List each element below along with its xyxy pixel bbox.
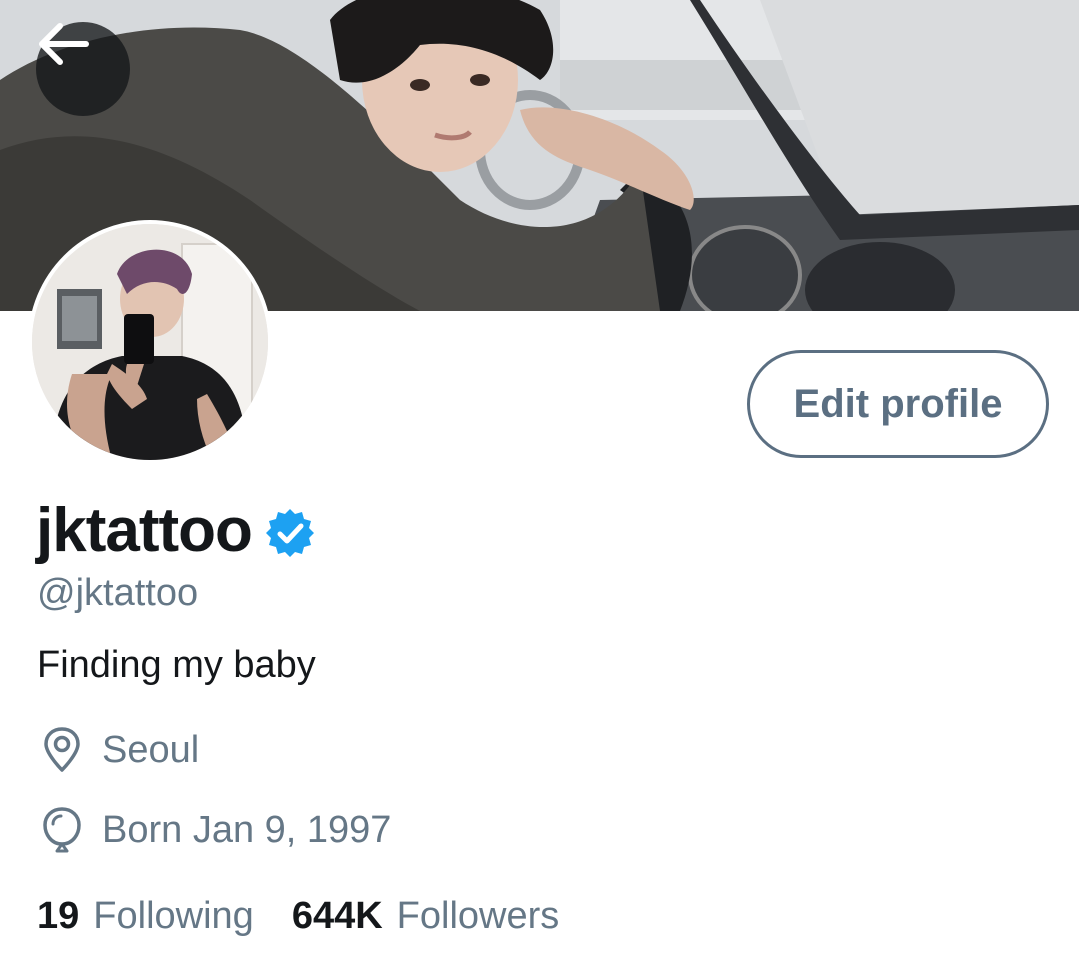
location-text: Seoul [102,728,200,771]
location-row: Seoul [40,726,199,774]
birthday-row: Born Jan 9, 1997 [40,806,391,854]
display-name: jktattoo [36,495,253,565]
followers-label: Followers [396,895,560,937]
user-handle: @jktattoo [37,572,199,614]
balloon-icon [43,807,81,853]
verified-badge-icon [265,509,314,557]
followers-count: 644K [291,895,383,937]
avatar[interactable] [28,220,272,464]
profile-page: Edit profile jktattoo @jktattoo Finding … [0,0,1079,966]
following-count: 19 [37,895,80,937]
following-stat[interactable]: 19 Following [37,895,254,938]
back-button[interactable] [36,22,130,116]
follow-stats: 19 Following 644K Followers [37,895,559,938]
avatar-photo [32,224,268,460]
edit-profile-button[interactable]: Edit profile [747,350,1049,458]
profile-bio: Finding my baby [37,644,316,686]
arrow-left-icon [39,23,89,65]
location-pin-icon [44,727,80,772]
following-label: Following [93,895,254,937]
birthday-text: Born Jan 9, 1997 [102,808,392,851]
followers-stat[interactable]: 644K Followers [292,895,559,938]
display-name-row: jktattoo [36,492,316,568]
